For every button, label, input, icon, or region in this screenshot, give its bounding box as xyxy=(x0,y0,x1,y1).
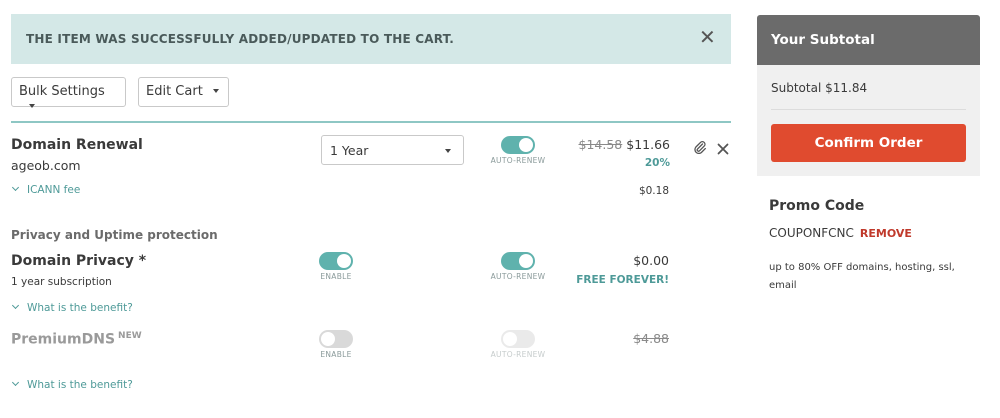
close-icon[interactable]: ✕ xyxy=(699,27,716,47)
chevron-down-icon xyxy=(11,378,20,387)
toggle-knob xyxy=(519,138,533,152)
edit-cart-label: Edit Cart xyxy=(146,84,203,99)
privacy-enable-toggle[interactable] xyxy=(319,252,353,270)
renewal-auto-renew-toggle[interactable] xyxy=(501,136,535,154)
subtotal-panel: Subtotal $11.84 Confirm Order xyxy=(757,65,980,176)
promo-code-value: COUPONFCNC xyxy=(769,226,854,240)
renewal-period-select[interactable]: 1 Year xyxy=(321,135,464,165)
cart-notice-banner: THE ITEM WAS SUCCESSFULLY ADDED/UPDATED … xyxy=(11,14,731,64)
caret-down-icon xyxy=(445,149,451,153)
toggle-knob xyxy=(321,332,335,346)
premium-dns-title: PremiumDNS xyxy=(11,331,116,348)
privacy-auto-renew-label: AUTO-RENEW xyxy=(490,272,546,281)
confirm-order-button[interactable]: Confirm Order xyxy=(771,124,966,162)
premium-dns-benefit-link[interactable]: What is the benefit? xyxy=(11,378,133,391)
edit-cart-dropdown[interactable]: Edit Cart xyxy=(138,77,229,107)
renewal-period-value: 1 Year xyxy=(330,143,369,158)
toggle-knob xyxy=(519,254,533,268)
renewal-old-price: $14.58 xyxy=(578,137,623,152)
privacy-free-note: FREE FOREVER! xyxy=(576,274,669,286)
caret-down-icon xyxy=(29,104,35,108)
privacy-price: $0.00 xyxy=(633,253,669,268)
privacy-title: Domain Privacy * xyxy=(11,253,147,269)
privacy-subtitle: 1 year subscription xyxy=(11,276,112,288)
icann-fee-price: $0.18 xyxy=(638,185,669,197)
notice-message: THE ITEM WAS SUCCESSFULLY ADDED/UPDATED … xyxy=(26,32,454,46)
premium-dns-price: $4.88 xyxy=(633,331,669,346)
subtotal-heading: Your Subtotal xyxy=(771,32,875,48)
privacy-benefit-link[interactable]: What is the benefit? xyxy=(11,301,133,314)
promo-code-row: COUPONFCNC REMOVE xyxy=(769,226,912,240)
promo-remove-link[interactable]: REMOVE xyxy=(860,227,912,240)
chevron-down-icon xyxy=(11,301,20,310)
renewal-new-price: $11.66 xyxy=(626,137,670,152)
caret-down-icon xyxy=(212,89,219,93)
privacy-enable-label: ENABLE xyxy=(320,272,352,281)
renewal-discount: 20% xyxy=(644,157,670,169)
promo-description: up to 80% OFF domains, hosting, ssl, ema… xyxy=(769,262,955,291)
bulk-settings-label: Bulk Settings xyxy=(19,84,105,99)
renewal-title: Domain Renewal xyxy=(11,137,143,153)
privacy-auto-renew-toggle[interactable] xyxy=(501,252,535,270)
premium-dns-auto-renew-toggle[interactable] xyxy=(501,330,535,348)
subtotal-amount: Subtotal $11.84 xyxy=(771,81,868,95)
icann-fee-label: ICANN fee xyxy=(27,184,81,196)
subtotal-divider xyxy=(771,109,966,110)
promo-heading: Promo Code xyxy=(769,198,865,214)
premium-dns-auto-renew-label: AUTO-RENEW xyxy=(490,350,546,359)
premium-dns-title-row: PremiumDNS NEW xyxy=(11,331,142,348)
subtotal-header: Your Subtotal xyxy=(757,15,980,65)
paperclip-icon[interactable] xyxy=(693,139,707,158)
premium-dns-benefit-label: What is the benefit? xyxy=(27,379,133,391)
icann-fee-link[interactable]: ICANN fee xyxy=(11,183,81,196)
privacy-benefit-label: What is the benefit? xyxy=(27,302,133,314)
bulk-settings-dropdown[interactable]: Bulk Settings xyxy=(11,77,126,108)
renewal-price: $14.58 $11.66 xyxy=(560,137,670,152)
premium-dns-enable-label: ENABLE xyxy=(320,350,352,359)
new-badge: NEW xyxy=(118,331,142,341)
toggle-knob xyxy=(337,254,351,268)
renewal-domain: ageob.com xyxy=(11,158,81,173)
chevron-down-icon xyxy=(11,183,20,192)
remove-item-icon[interactable] xyxy=(717,140,729,159)
privacy-section-heading: Privacy and Uptime protection xyxy=(11,228,218,242)
premium-dns-enable-toggle[interactable] xyxy=(319,330,353,348)
renewal-auto-renew-label: AUTO-RENEW xyxy=(490,156,546,165)
toggle-knob xyxy=(503,332,517,346)
cart-divider xyxy=(11,121,731,123)
